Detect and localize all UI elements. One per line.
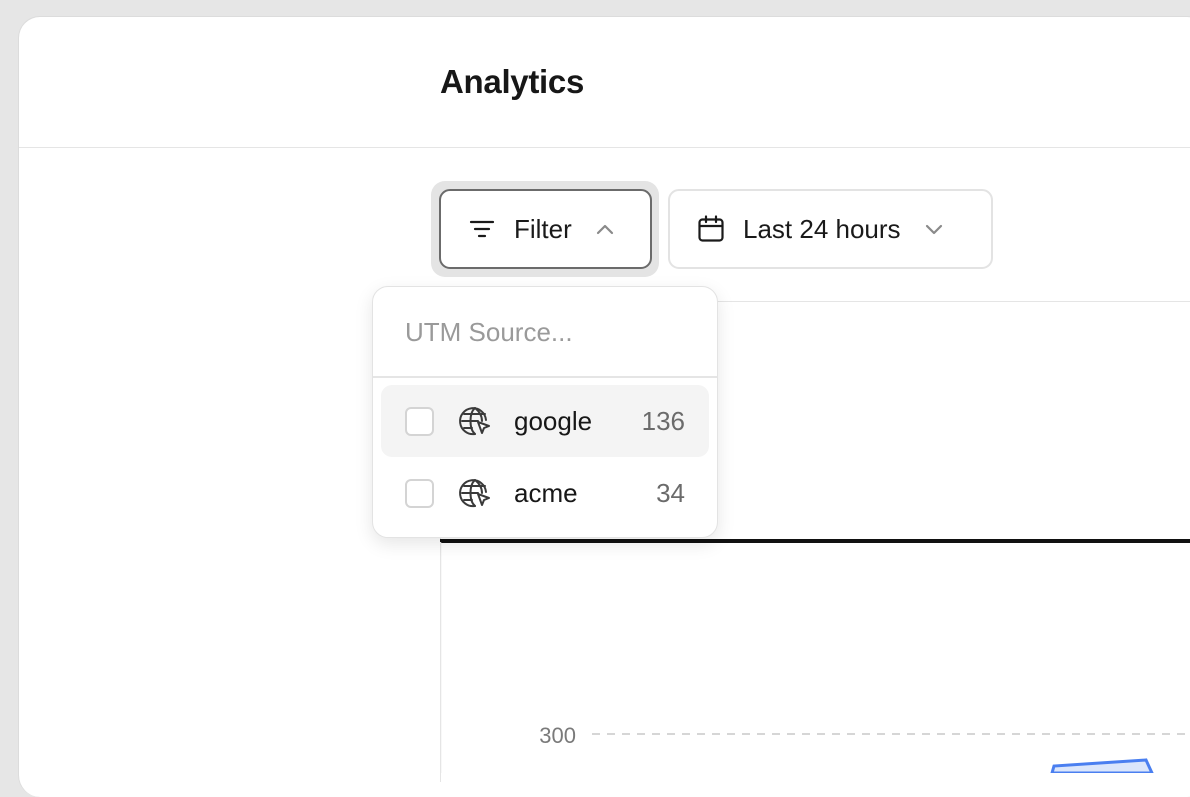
- date-range-button[interactable]: Last 24 hours: [668, 189, 993, 269]
- globe-cursor-icon: [458, 476, 492, 510]
- option-count: 136: [641, 405, 685, 436]
- chevron-down-icon: [923, 218, 945, 240]
- utm-source-dropdown: google 136 acme 34: [372, 286, 718, 538]
- chart-area: 300: [440, 539, 1190, 773]
- filter-button-label: Filter: [514, 213, 572, 244]
- filter-lines-icon: [467, 214, 497, 244]
- area-series: [1050, 758, 1154, 773]
- calendar-icon: [696, 214, 726, 244]
- option-checkbox[interactable]: [405, 406, 434, 436]
- dropdown-option-acme[interactable]: acme 34: [381, 457, 709, 529]
- y-tick-label: 300: [539, 723, 576, 748]
- filter-button[interactable]: Filter: [439, 189, 652, 269]
- option-label: acme: [514, 477, 578, 508]
- window-edge: [0, 0, 4, 773]
- globe-cursor-icon: [458, 404, 492, 438]
- date-range-label: Last 24 hours: [743, 213, 901, 244]
- option-label: google: [514, 405, 593, 436]
- dropdown-option-google[interactable]: google 136: [381, 385, 709, 457]
- option-count: 34: [656, 477, 685, 508]
- option-checkbox[interactable]: [405, 478, 434, 508]
- chevron-up-icon: [594, 218, 616, 240]
- dropdown-divider: [373, 376, 717, 378]
- page-title: Analytics: [440, 63, 585, 100]
- utm-source-search-input[interactable]: [373, 287, 717, 377]
- header-divider: [19, 147, 1190, 148]
